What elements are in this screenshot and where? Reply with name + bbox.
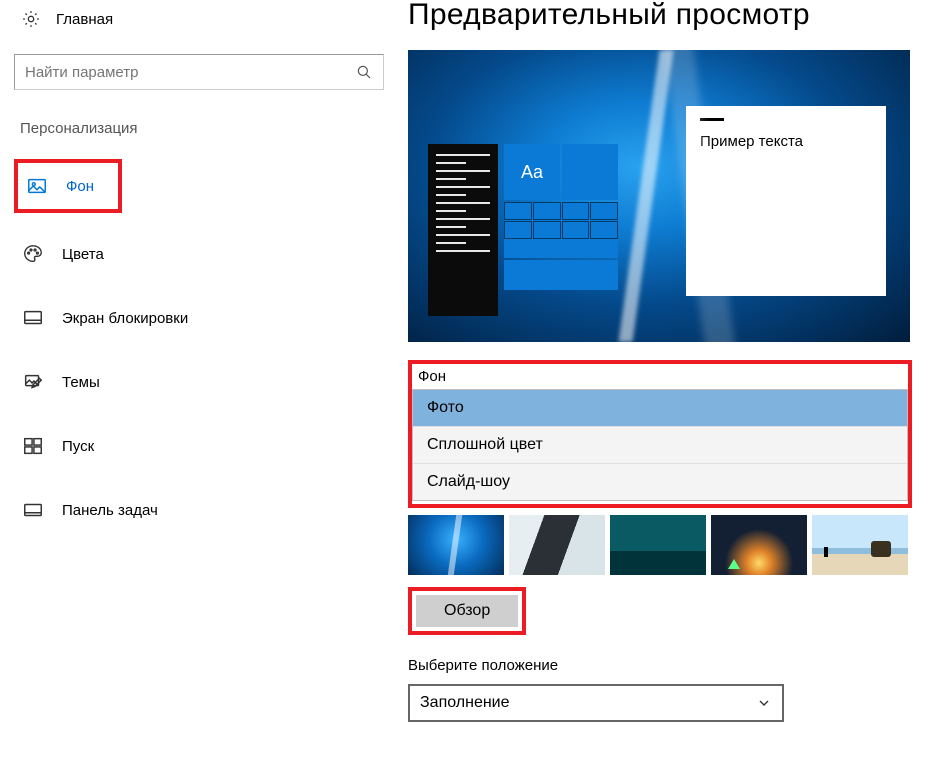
main-content: Предварительный просмотр Aa <box>400 0 952 722</box>
settings-sidebar: Главная Персонализация <box>0 0 400 722</box>
dropdown-option-photo[interactable]: Фото <box>413 390 907 426</box>
dropdown-option-slideshow[interactable]: Слайд-шоу <box>413 463 907 500</box>
background-thumb[interactable] <box>812 515 908 575</box>
home-nav-item[interactable]: Главная <box>14 4 386 38</box>
lockscreen-icon <box>22 307 44 329</box>
sidebar-item-label: Фон <box>66 178 94 195</box>
background-thumb[interactable] <box>509 515 605 575</box>
chevron-down-icon <box>756 695 772 711</box>
gear-icon <box>20 8 42 30</box>
preview-tiles: Aa <box>504 144 618 316</box>
sidebar-item-lockscreen[interactable]: Экран блокировки <box>14 295 386 341</box>
desktop-preview: Aa Пример текста <box>408 50 910 342</box>
themes-icon <box>22 371 44 393</box>
sidebar-item-colors[interactable]: Цвета <box>14 231 386 277</box>
sidebar-item-taskbar[interactable]: Панель задач <box>14 487 386 533</box>
sample-text: Пример текста <box>700 133 803 150</box>
sidebar-item-label: Экран блокировки <box>62 310 188 327</box>
sidebar-nav: Фон Цвета Экр <box>14 159 386 533</box>
highlight-box-background-item: Фон <box>14 159 122 213</box>
background-section-label: Фон <box>412 364 908 389</box>
sidebar-item-label: Цвета <box>62 246 104 263</box>
palette-icon <box>22 243 44 265</box>
search-input[interactable] <box>25 64 355 81</box>
preview-start-menu <box>428 144 498 316</box>
background-thumb[interactable] <box>711 515 807 575</box>
preview-tile-grid <box>504 202 618 258</box>
dropdown-option-solid-color[interactable]: Сплошной цвет <box>413 426 907 463</box>
sidebar-section-title: Персонализация <box>14 120 386 137</box>
preview-tile <box>562 144 618 200</box>
start-icon <box>22 435 44 457</box>
highlight-box-browse: Обзор <box>408 587 526 635</box>
search-icon <box>355 63 373 81</box>
sidebar-item-label: Пуск <box>62 438 94 455</box>
page-title: Предварительный просмотр <box>408 0 934 32</box>
home-label: Главная <box>56 11 113 28</box>
picture-icon <box>26 175 48 197</box>
taskbar-icon <box>22 499 44 521</box>
sidebar-item-themes[interactable]: Темы <box>14 359 386 405</box>
preview-sample-card: Пример текста <box>686 106 886 296</box>
position-label: Выберите положение <box>408 657 934 674</box>
preview-tile-aa: Aa <box>504 144 560 200</box>
sidebar-item-label: Панель задач <box>62 502 158 519</box>
preview-tile-wide <box>504 260 618 290</box>
background-thumb[interactable] <box>610 515 706 575</box>
position-selected-value: Заполнение <box>420 694 510 712</box>
sidebar-item-background[interactable]: Фон <box>18 163 118 209</box>
background-thumb[interactable] <box>408 515 504 575</box>
sidebar-item-label: Темы <box>62 374 100 391</box>
search-input-wrap[interactable] <box>14 54 384 90</box>
position-select[interactable]: Заполнение <box>408 684 784 722</box>
background-dropdown-open[interactable]: Фото Сплошной цвет Слайд-шоу <box>412 389 908 501</box>
recent-backgrounds <box>408 515 924 575</box>
highlight-box-background-dropdown: Фон Фото Сплошной цвет Слайд-шоу <box>408 360 912 508</box>
browse-button[interactable]: Обзор <box>416 595 518 627</box>
sidebar-item-start[interactable]: Пуск <box>14 423 386 469</box>
